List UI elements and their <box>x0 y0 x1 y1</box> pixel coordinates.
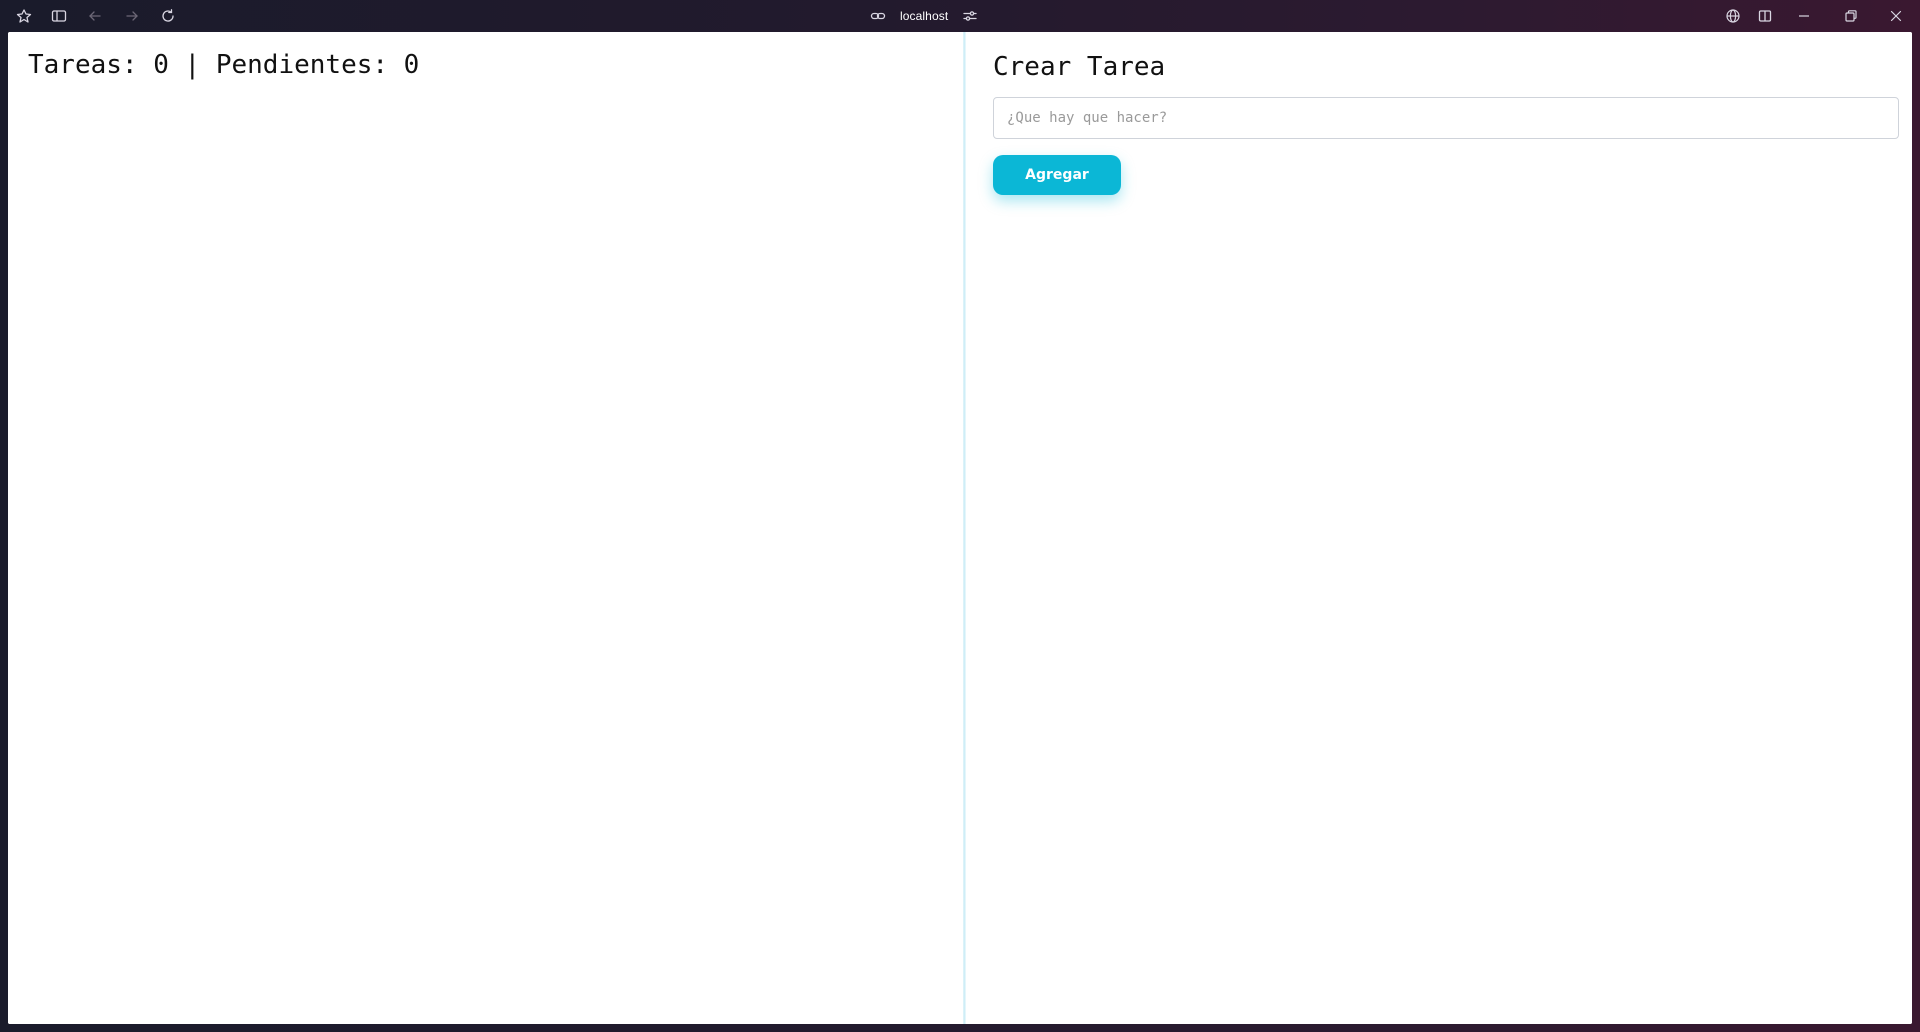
url-text[interactable]: localhost <box>900 9 948 23</box>
arrow-left-icon[interactable] <box>85 6 105 26</box>
add-task-button[interactable]: Agregar <box>993 155 1121 195</box>
create-task-panel: Crear Tarea Agregar <box>966 32 1912 1024</box>
browser-window: localhost Tareas: 0 | Pendientes: 0 Crea… <box>0 0 1920 1032</box>
browser-toolbar: localhost <box>0 0 1920 32</box>
restore-icon[interactable] <box>1841 6 1861 26</box>
address-bar[interactable]: localhost <box>868 6 980 26</box>
task-counter: Tareas: 0 | Pendientes: 0 <box>28 50 420 80</box>
globe-icon[interactable] <box>1723 6 1743 26</box>
reload-icon[interactable] <box>158 6 178 26</box>
link-icon <box>868 6 888 26</box>
browser-logo-icon[interactable] <box>14 6 34 26</box>
create-task-title: Crear Tarea <box>993 52 1166 82</box>
task-list-panel: Tareas: 0 | Pendientes: 0 <box>8 32 964 1024</box>
minimize-icon[interactable] <box>1794 6 1814 26</box>
split-view-icon[interactable] <box>1755 6 1775 26</box>
sliders-icon[interactable] <box>960 6 980 26</box>
sidebar-toggle-icon[interactable] <box>49 6 69 26</box>
task-input[interactable] <box>993 97 1899 139</box>
page-viewport: Tareas: 0 | Pendientes: 0 Crear Tarea Ag… <box>8 32 1912 1024</box>
arrow-right-icon[interactable] <box>122 6 142 26</box>
close-icon[interactable] <box>1886 6 1906 26</box>
